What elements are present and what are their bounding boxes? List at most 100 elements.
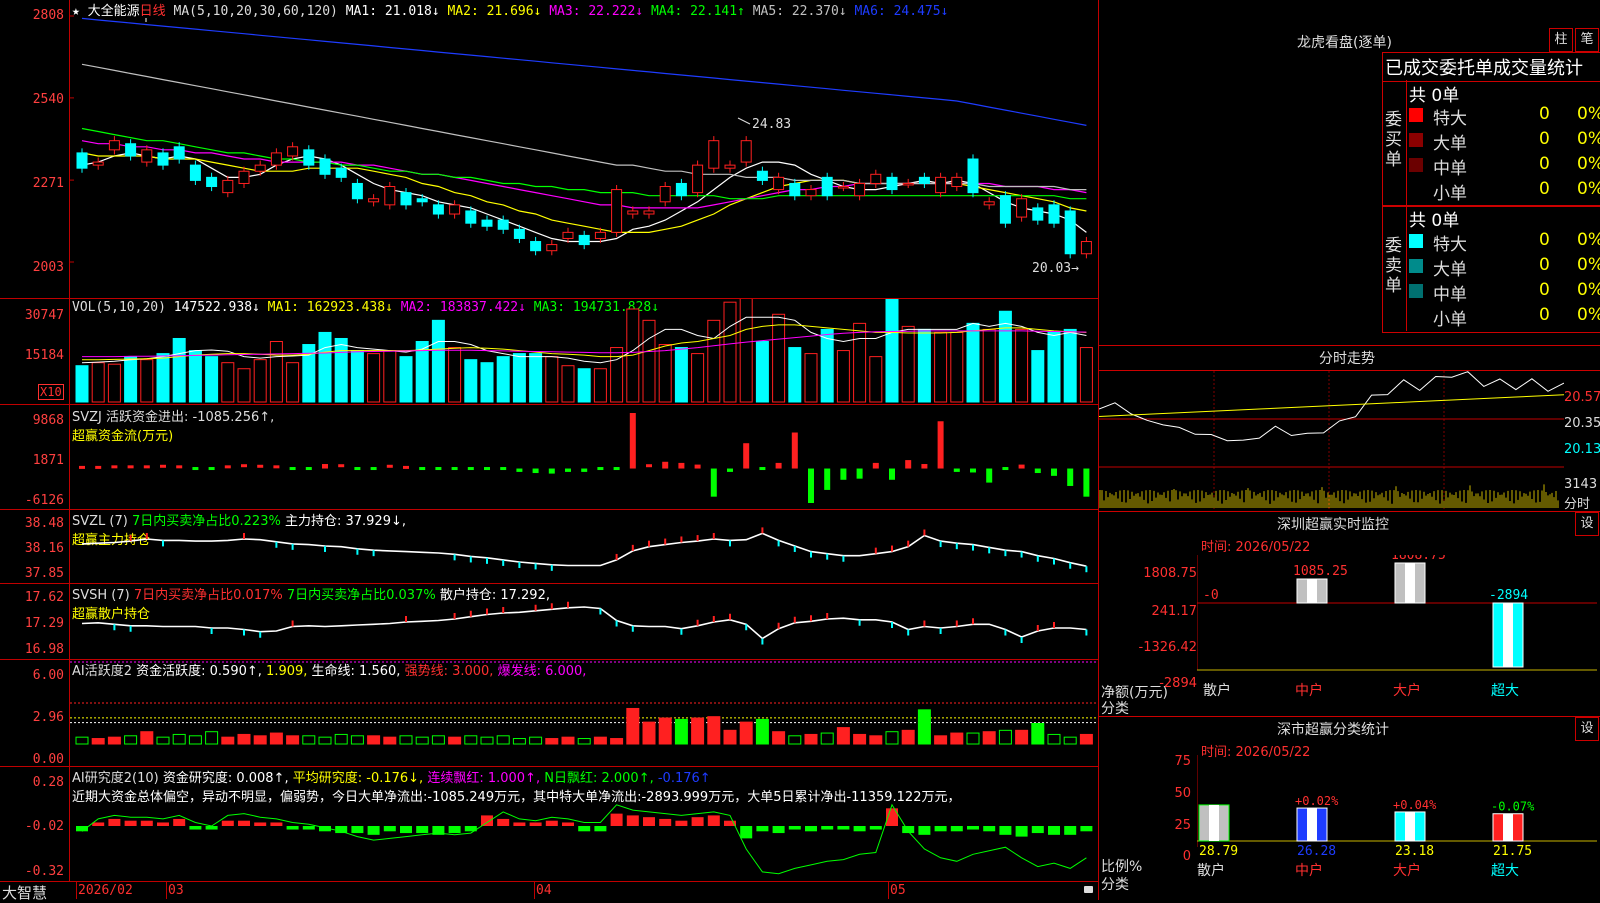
- volume-bar: [804, 353, 818, 403]
- activity-bar: [496, 735, 510, 745]
- candle: [497, 219, 509, 230]
- svzl-chart[interactable]: [70, 510, 1098, 583]
- volume-bar: [107, 363, 121, 403]
- volume-bar: [140, 359, 154, 403]
- candle: [740, 140, 752, 163]
- candle: [141, 149, 153, 163]
- candle: [756, 170, 768, 181]
- holding-line: [81, 532, 1087, 567]
- fund-flow-bar: [1034, 468, 1041, 474]
- fund-flow-bar: [646, 464, 652, 468]
- research-bar: [286, 826, 299, 830]
- ai-research-chart[interactable]: [70, 767, 1098, 881]
- fund-flow-bar: [111, 465, 118, 469]
- activity-bar: [302, 735, 316, 745]
- intraday-chart[interactable]: [1099, 371, 1564, 511]
- activity-bar: [561, 736, 575, 745]
- fund-flow-bar: [451, 467, 458, 471]
- svzl-tick: 38.16: [24, 541, 64, 556]
- fund-flow-bar: [176, 465, 183, 469]
- research-bar: [805, 826, 817, 832]
- research-bar: [999, 826, 1012, 835]
- fund-flow-bar: [241, 464, 247, 468]
- candle: [481, 219, 493, 227]
- candle: [578, 234, 590, 246]
- volume-bar: [998, 310, 1012, 403]
- ratio-bar-highlight: [1209, 804, 1219, 841]
- activity-bar: [642, 721, 656, 745]
- lock-icon[interactable]: [1084, 886, 1093, 893]
- ai-activity-chart[interactable]: [70, 660, 1098, 766]
- activity-bar: [674, 718, 688, 745]
- volume-bar: [658, 344, 672, 403]
- svzj-chart[interactable]: [70, 405, 1098, 509]
- x-tick-mark: [888, 881, 889, 899]
- volume-row: 中单 0 0%: [1409, 280, 1600, 305]
- stats-ylabel: 比例%: [1101, 859, 1143, 875]
- research-bar: [756, 826, 769, 832]
- fund-flow-bar: [840, 468, 847, 480]
- volume-bar: [707, 319, 721, 403]
- candle: [400, 192, 412, 206]
- candle: [432, 204, 444, 215]
- volume-bar: [91, 362, 105, 403]
- activity-bar: [269, 732, 283, 745]
- row-name: 大单: [1433, 134, 1467, 154]
- fund-flow-bar: [273, 465, 280, 469]
- tick-mode-button[interactable]: 笔: [1575, 28, 1599, 52]
- fund-flow-bar: [484, 467, 490, 471]
- volume-bar: [755, 341, 769, 403]
- price-tick: 2003: [32, 260, 64, 275]
- fund-flow-bar: [986, 468, 993, 483]
- research-bar: [124, 820, 137, 826]
- candle: [773, 176, 785, 191]
- candle: [659, 186, 671, 203]
- category-stats-chart[interactable]: 28.79 散户 26.28 中户 +0.02% 23.18 大户 +0.04% 21.75 超大…: [1197, 755, 1600, 900]
- category-label: 大户: [1393, 682, 1421, 699]
- activity-bar: [950, 732, 964, 745]
- candle: [238, 170, 250, 184]
- row-value: 0: [1539, 154, 1550, 174]
- bar-mode-button[interactable]: 柱: [1549, 28, 1573, 52]
- svsh-chart[interactable]: [70, 584, 1098, 659]
- row-percent: 0%: [1577, 154, 1600, 174]
- candle: [319, 158, 331, 175]
- fund-flow-bar: [1067, 468, 1074, 486]
- row-value: 0: [1539, 255, 1550, 275]
- volume-bar: [399, 356, 413, 403]
- fund-flow-bar: [208, 467, 215, 471]
- volume-bar: [772, 313, 786, 403]
- research-bar: [1064, 826, 1077, 835]
- fund-flow-bar: [1002, 467, 1009, 471]
- volume-bar: [237, 368, 251, 403]
- monitor-time: 时间: 2026/05/22: [1201, 540, 1311, 555]
- monitor-settings-button[interactable]: 设: [1575, 512, 1599, 536]
- volume-bar: [917, 328, 931, 403]
- activity-bar: [367, 735, 381, 745]
- stats-settings-button[interactable]: 设: [1575, 717, 1599, 741]
- volume-bar: [674, 347, 688, 403]
- candlestick-chart[interactable]: 24.83 20.03→: [70, 0, 1098, 298]
- fund-flow-bar: [354, 467, 361, 471]
- color-swatch: [1409, 259, 1423, 273]
- fund-flow-bar: [322, 464, 328, 469]
- stats-xlabel: 分类: [1101, 877, 1129, 893]
- volume-bar: [156, 353, 170, 403]
- candle: [594, 231, 606, 239]
- volume-bar: [950, 331, 964, 403]
- realtime-monitor-chart[interactable]: -0 散户 1085.25 中户 1808.75 大户 -2894 超大: [1197, 555, 1600, 705]
- activity-bar: [739, 721, 753, 745]
- candle: [789, 182, 801, 197]
- activity-bar: [691, 717, 705, 745]
- row-name: 小单: [1433, 310, 1467, 330]
- fund-flow-bar: [808, 468, 814, 503]
- volume-chart[interactable]: [70, 299, 1098, 404]
- main-chart-area[interactable]: ★ 大全能源日线 MA(5,10,20,30,60,120) MA1: 21.0…: [0, 0, 1099, 902]
- candle: [951, 176, 963, 188]
- candle: [206, 176, 218, 188]
- volume-bar: [934, 331, 948, 403]
- fund-flow-bar: [1018, 464, 1025, 469]
- row-name: 特大: [1433, 109, 1467, 129]
- activity-bar: [399, 735, 413, 745]
- low-annotation: 20.03→: [1032, 261, 1079, 276]
